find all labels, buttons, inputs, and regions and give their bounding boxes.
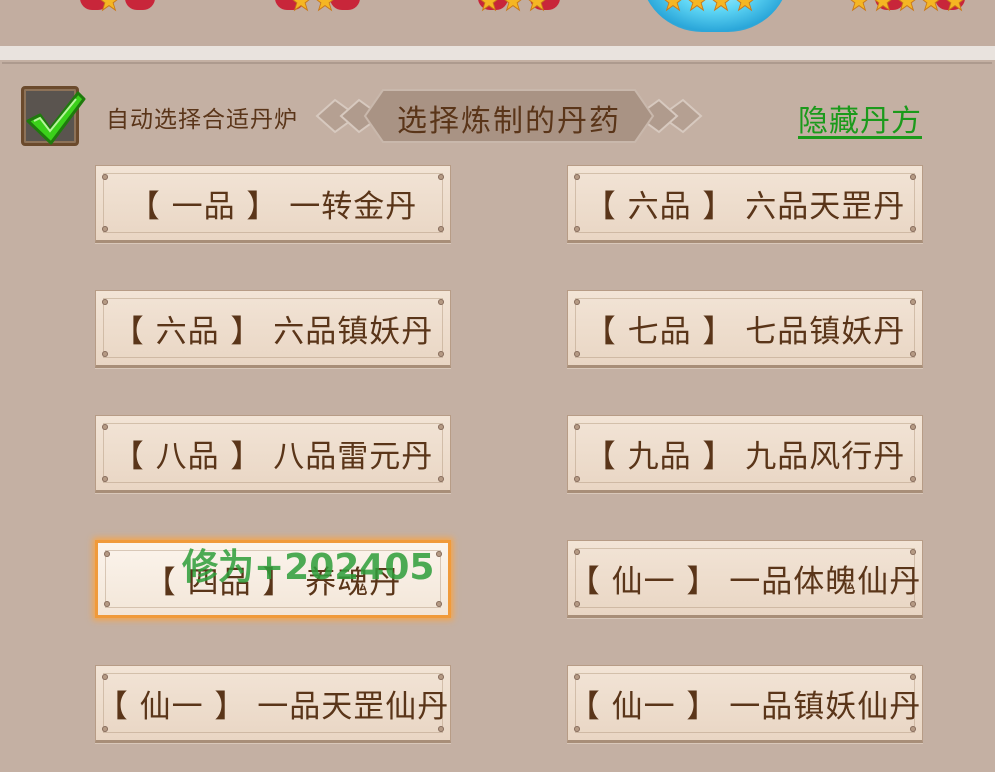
auto-select-checkbox[interactable] — [21, 86, 86, 146]
star-icon — [478, 0, 500, 12]
recipe-label: 【 仙一 】 一品镇妖仙丹 — [568, 688, 922, 725]
star-icon — [944, 0, 966, 12]
star-rating — [290, 0, 336, 12]
star-rating — [848, 0, 966, 12]
star-rating — [478, 0, 548, 12]
star-icon — [502, 0, 524, 12]
floating-stat-text: 修为+202405 — [182, 547, 435, 588]
recipe-button[interactable]: 【 仙一 】 一品体魄仙丹 — [567, 540, 923, 618]
star-icon — [662, 0, 684, 12]
divider — [0, 46, 995, 60]
recipe-label: 【 六品 】 六品天罡丹 — [584, 188, 906, 225]
recipe-label: 【 六品 】 六品镇妖丹 — [112, 313, 434, 350]
recipe-button[interactable]: 【 仙一 】 一品镇妖仙丹 — [567, 665, 923, 743]
ribbon-icon — [125, 0, 155, 10]
star-icon — [734, 0, 756, 12]
recipe-button[interactable]: 【 六品 】 六品天罡丹 — [567, 165, 923, 243]
recipe-label: 【 仙一 】 一品天罡仙丹 — [96, 688, 450, 725]
hide-recipes-link[interactable]: 隐藏丹方 — [798, 96, 922, 140]
recipe-button[interactable]: 【 九品 】 九品风行丹 — [567, 415, 923, 493]
star-icon — [848, 0, 870, 12]
recipe-button[interactable]: 【 仙一 】 一品天罡仙丹 — [95, 665, 451, 743]
star-icon — [98, 0, 120, 12]
star-rating — [98, 0, 120, 12]
top-star-strip — [0, 0, 995, 60]
star-icon — [896, 0, 918, 12]
star-icon — [290, 0, 312, 12]
recipe-button[interactable]: 【 七品 】 七品镇妖丹 — [567, 290, 923, 368]
title-banner: 选择炼制的丹药 — [313, 88, 705, 144]
star-icon — [314, 0, 336, 12]
star-rating — [662, 0, 756, 12]
auto-select-label[interactable]: 自动选择合适丹炉 — [106, 100, 298, 134]
star-icon — [872, 0, 894, 12]
star-icon — [686, 0, 708, 12]
recipe-label: 【 一品 】 一转金丹 — [128, 188, 418, 225]
star-icon — [526, 0, 548, 12]
recipe-button[interactable]: 【 六品 】 六品镇妖丹 — [95, 290, 451, 368]
recipe-label: 【 八品 】 八品雷元丹 — [112, 438, 434, 475]
recipe-button[interactable]: 【 一品 】 一转金丹 — [95, 165, 451, 243]
recipe-label: 【 七品 】 七品镇妖丹 — [584, 313, 906, 350]
page-title: 选择炼制的丹药 — [397, 104, 621, 139]
checkmark-icon — [26, 91, 86, 145]
star-icon — [920, 0, 942, 12]
recipe-button[interactable]: 【 八品 】 八品雷元丹 — [95, 415, 451, 493]
recipe-label: 【 仙一 】 一品体魄仙丹 — [568, 563, 922, 600]
star-icon — [710, 0, 732, 12]
recipe-label: 【 九品 】 九品风行丹 — [584, 438, 906, 475]
